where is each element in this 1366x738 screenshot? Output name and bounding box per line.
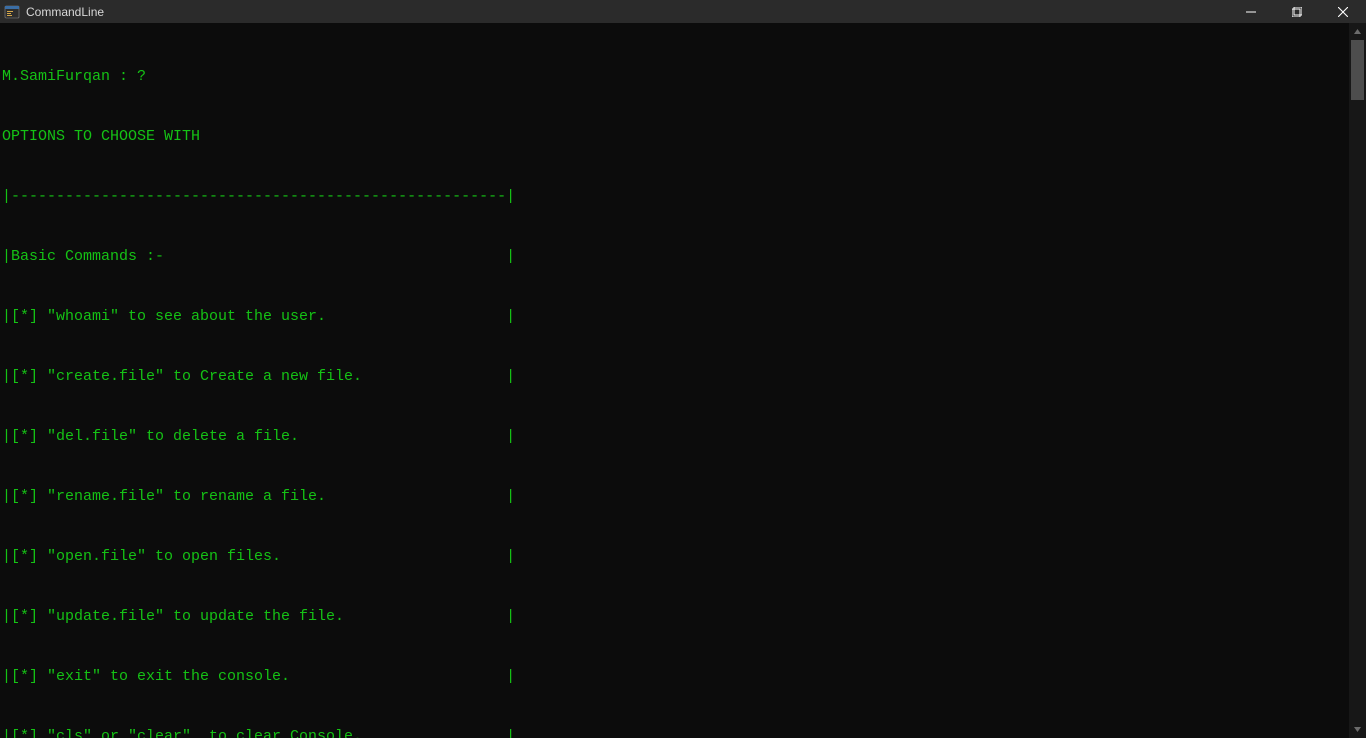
maximize-button[interactable]	[1274, 0, 1320, 23]
close-button[interactable]	[1320, 0, 1366, 23]
command-item: |[*] "del.file" to delete a file. |	[2, 427, 1347, 447]
command-item: |[*] "whoami" to see about the user. |	[2, 307, 1347, 327]
command-item: |[*] "create.file" to Create a new file.…	[2, 367, 1347, 387]
prompt-executed: M.SamiFurqan : ?	[2, 67, 1347, 87]
command-item: |[*] "rename.file" to rename a file. |	[2, 487, 1347, 507]
box-section-title: |Basic Commands :- |	[2, 247, 1347, 267]
chevron-up-icon	[1353, 27, 1362, 36]
scroll-down-button[interactable]	[1349, 721, 1366, 738]
options-header: OPTIONS TO CHOOSE WITH	[2, 127, 1347, 147]
terminal-output[interactable]: M.SamiFurqan : ? OPTIONS TO CHOOSE WITH …	[0, 23, 1349, 738]
app-icon	[4, 4, 20, 20]
maximize-icon	[1292, 7, 1302, 17]
scrollbar-track[interactable]	[1349, 40, 1366, 721]
command-item: |[*] "update.file" to update the file. |	[2, 607, 1347, 627]
chevron-down-icon	[1353, 725, 1362, 734]
scrollbar-thumb[interactable]	[1351, 40, 1364, 100]
window-title: CommandLine	[26, 5, 104, 19]
minimize-icon	[1246, 7, 1256, 17]
titlebar[interactable]: CommandLine	[0, 0, 1366, 23]
client-area: M.SamiFurqan : ? OPTIONS TO CHOOSE WITH …	[0, 23, 1366, 738]
command-item: |[*] "open.file" to open files. |	[2, 547, 1347, 567]
vertical-scrollbar[interactable]	[1349, 23, 1366, 738]
close-icon	[1338, 7, 1348, 17]
command-item: |[*] "exit" to exit the console. |	[2, 667, 1347, 687]
command-item: |[*] "cls" or "clear" to clear Console. …	[2, 727, 1347, 738]
scroll-up-button[interactable]	[1349, 23, 1366, 40]
minimize-button[interactable]	[1228, 0, 1274, 23]
box-divider-top: |---------------------------------------…	[2, 187, 1347, 207]
